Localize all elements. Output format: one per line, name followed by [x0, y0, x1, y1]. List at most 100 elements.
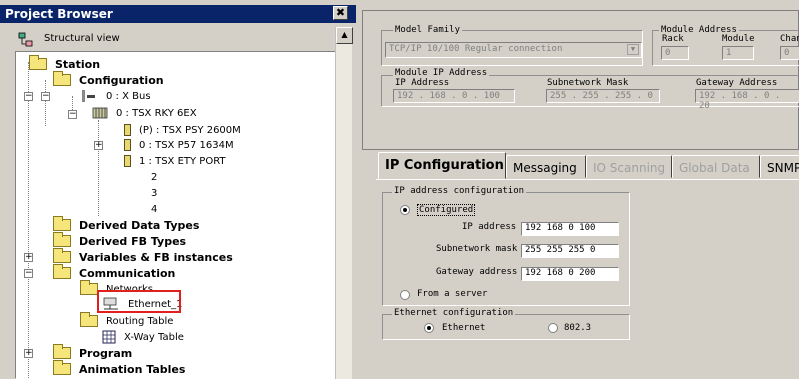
- from-server-radio[interactable]: [400, 290, 410, 300]
- project-browser-title: Project Browser: [0, 5, 356, 23]
- ip-address-field: 192 . 168 . 0 . 100: [393, 89, 515, 103]
- tree-item-slot-4[interactable]: 4: [149, 201, 159, 217]
- folder-icon: [53, 232, 71, 247]
- tree-item-xway-table[interactable]: X-Way Table: [102, 329, 186, 345]
- expand-toggle[interactable]: −: [41, 92, 50, 101]
- tree-label: Animation Tables: [79, 362, 186, 376]
- tree-label: 3: [151, 187, 158, 199]
- tree-item-slot-2[interactable]: 2: [149, 169, 159, 185]
- expand-toggle[interactable]: −: [24, 269, 33, 278]
- tree-item-slot-3[interactable]: 3: [149, 185, 159, 201]
- module-icon: [124, 124, 131, 136]
- ip-config-group-label: IP address configuration: [392, 186, 527, 196]
- ip-configuration-panel: IP address configuration Configured IP a…: [376, 179, 799, 379]
- ip-address-input[interactable]: 192 168 0 100: [521, 222, 619, 236]
- tab-global-data[interactable]: Global Data: [672, 155, 760, 178]
- subnet-mask-label: Subnetwork mask: [436, 244, 518, 254]
- close-icon[interactable]: ✖: [333, 6, 348, 20]
- subnet-field: 255 . 255 . 255 . 0: [546, 89, 660, 103]
- tree-item-program[interactable]: Program: [53, 344, 134, 361]
- tree-item-rack[interactable]: 0 : TSX RKY 6EX: [92, 105, 199, 121]
- ethernet-radio[interactable]: [424, 323, 434, 333]
- tree-guide-line: [45, 80, 46, 126]
- tree-item-configuration[interactable]: Configuration: [53, 71, 166, 88]
- module-field: 1: [722, 46, 754, 60]
- module-icon: [124, 139, 131, 151]
- rack-label: Rack: [662, 34, 684, 44]
- chevron-down-icon: ▼: [627, 44, 639, 55]
- gateway-label: Gateway Address: [696, 78, 778, 88]
- tab-io-scanning[interactable]: IO Scanning: [586, 155, 672, 178]
- tree-item-slot-p[interactable]: (P) : TSX PSY 2600M: [124, 122, 243, 138]
- tree-scrollbar[interactable]: ▲: [335, 27, 353, 379]
- ieee-802-3-label: 802.3: [564, 323, 592, 333]
- project-browser-pane: Project Browser ✖ Structural view Statio…: [0, 0, 356, 379]
- tab-ip-configuration[interactable]: IP Configuration: [378, 152, 506, 179]
- expand-toggle[interactable]: +: [94, 141, 103, 150]
- model-family-select: TCP/IP 10/100 Regular connection ▼: [385, 42, 642, 58]
- tree-label: Variables & FB instances: [79, 250, 233, 264]
- folder-icon: [53, 264, 71, 279]
- tree-label: 0 : TSX RKY 6EX: [116, 107, 197, 119]
- module-ip-label: Module IP Address: [393, 68, 490, 78]
- tree-item-communication[interactable]: Communication: [53, 264, 177, 281]
- scroll-up-icon[interactable]: ▲: [336, 27, 353, 44]
- module-label: Module: [722, 34, 755, 44]
- channel-label: Chan: [780, 34, 799, 44]
- tree-item-derived-data-types[interactable]: Derived Data Types: [53, 216, 201, 233]
- configured-radio[interactable]: [400, 205, 410, 215]
- gateway-field: 192 . 168 . 0 . 20: [695, 89, 799, 111]
- highlight-box: [97, 290, 181, 313]
- tree-item-animation-tables[interactable]: Animation Tables: [53, 360, 187, 377]
- bus-icon: [82, 90, 95, 102]
- channel-field: 0: [780, 46, 799, 60]
- tree-label: Derived Data Types: [79, 218, 200, 232]
- ethernet-config-label: Ethernet configuration: [392, 308, 516, 318]
- folder-icon: [53, 248, 71, 263]
- tree-guide-line: [28, 62, 29, 378]
- tree-label: 2: [151, 171, 158, 183]
- model-family-value: TCP/IP 10/100 Regular connection: [389, 44, 563, 54]
- module-icon: [124, 155, 131, 167]
- model-family-label: Model Family: [393, 25, 463, 35]
- tree-item-station[interactable]: Station: [29, 55, 102, 72]
- tree-item-slot-0[interactable]: 0 : TSX P57 1634M: [124, 137, 236, 153]
- tree-label: Station: [55, 57, 101, 71]
- from-server-label: From a server: [417, 289, 488, 299]
- ip-address-label: IP address: [462, 222, 517, 232]
- tree-item-derived-fb-types[interactable]: Derived FB Types: [53, 232, 188, 249]
- tree-item-routing-table[interactable]: Routing Table: [80, 312, 175, 329]
- folder-icon: [53, 71, 71, 86]
- structural-view-label: Structural view: [44, 33, 120, 44]
- folder-icon: [29, 55, 47, 70]
- tree-item-variables[interactable]: Variables & FB instances: [53, 248, 235, 265]
- expand-toggle[interactable]: +: [24, 349, 33, 358]
- tree-label: X-Way Table: [124, 331, 184, 343]
- subnet-mask-input[interactable]: 255 255 255 0: [521, 244, 619, 258]
- tree-label: 1 : TSX ETY PORT: [139, 155, 226, 167]
- expand-toggle[interactable]: −: [24, 92, 33, 101]
- gateway-address-label: Gateway address: [436, 267, 518, 277]
- expand-toggle[interactable]: +: [24, 253, 33, 262]
- configured-label: Configured: [417, 204, 476, 216]
- ip-address-label: IP Address: [395, 78, 450, 88]
- gateway-address-input[interactable]: 192 168 0 200: [521, 267, 619, 281]
- module-info-panel: Model Family TCP/IP 10/100 Regular conne…: [362, 10, 799, 150]
- tree-item-bus[interactable]: 0 : X Bus: [80, 88, 153, 104]
- tree-item-slot-1[interactable]: 1 : TSX ETY PORT: [124, 153, 228, 169]
- tab-messaging[interactable]: Messaging: [506, 155, 586, 178]
- tab-snmp[interactable]: SNMP: [760, 155, 799, 178]
- rack-icon: [92, 107, 108, 119]
- tree-label: 0 : TSX P57 1634M: [139, 139, 234, 151]
- tree-label: Configuration: [79, 73, 164, 87]
- tree-label: 4: [151, 203, 158, 215]
- ethernet-label: Ethernet: [442, 323, 486, 333]
- structural-view-toggle[interactable]: Structural view: [16, 30, 216, 50]
- tree-label: Communication: [79, 266, 176, 280]
- ieee-802-3-radio[interactable]: [548, 323, 558, 333]
- folder-icon: [53, 344, 71, 359]
- expand-toggle[interactable]: −: [68, 110, 77, 119]
- tree-guide-line: [98, 120, 99, 216]
- table-icon: [102, 330, 116, 344]
- folder-icon: [80, 280, 98, 295]
